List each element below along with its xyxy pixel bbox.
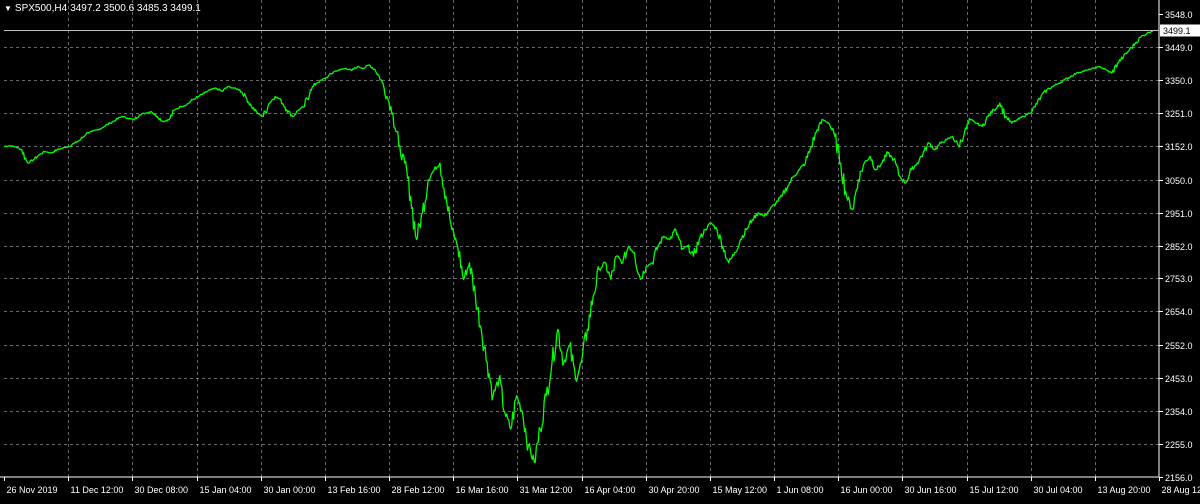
- x-tick-label: 16 Jun 00:00: [841, 485, 893, 495]
- y-tick-label: 3449.0: [1165, 43, 1193, 53]
- chart-ohlc: 3497.2 3500.6 3485.3 3499.1: [70, 3, 201, 14]
- x-tick-label: 13 Aug 20:00: [1098, 485, 1151, 495]
- y-tick-label: 2552.0: [1165, 341, 1193, 351]
- x-tick-label: 15 Jan 04:00: [200, 485, 252, 495]
- x-tick-label: 15 Jul 12:00: [970, 485, 1019, 495]
- y-tick-label: 2852.0: [1165, 242, 1193, 252]
- chart-symbol: SPX500,H4: [15, 3, 67, 14]
- y-tick-label: 2255.0: [1165, 440, 1193, 450]
- x-tick-label: 11 Dec 12:00: [71, 485, 124, 495]
- chart-root: ▼ SPX500,H4 3497.2 3500.6 3485.3 3499.1 …: [0, 0, 1200, 500]
- series-layer: [4, 30, 1153, 462]
- x-tick-label: 31 Mar 12:00: [520, 485, 573, 495]
- price-chart[interactable]: 3548.0 3449.0 3350.0 3251.0 3152.0 3050.0 2951…: [0, 0, 1200, 500]
- axis-layer: 3548.0 3449.0 3350.0 3251.0 3152.0 3050.0 2951…: [0, 0, 1200, 495]
- y-tick-label: 3152.0: [1165, 142, 1193, 152]
- x-tick-label: 30 Jun 16:00: [905, 485, 957, 495]
- y-tick-label: 2354.0: [1165, 407, 1193, 417]
- x-tick-label: 26 Nov 2019: [7, 485, 58, 495]
- x-tick-label: 30 Jul 04:00: [1034, 485, 1083, 495]
- x-tick-label: 15 May 12:00: [713, 485, 768, 495]
- y-tick-label: 3350.0: [1165, 76, 1193, 86]
- chart-title: ▼ SPX500,H4 3497.2 3500.6 3485.3 3499.1: [4, 3, 201, 14]
- x-tick-label: 28 Feb 12:00: [392, 485, 445, 495]
- y-tick-label: 2654.0: [1165, 307, 1193, 317]
- grid-layer: [4, 0, 1159, 477]
- collapse-triangle-icon[interactable]: ▼: [4, 4, 12, 13]
- y-tick-label: 3050.0: [1165, 176, 1193, 186]
- x-tick-label: 30 Dec 08:00: [135, 485, 189, 495]
- price-series-line: [4, 30, 1153, 462]
- last-price-label: 3499.1: [1163, 26, 1191, 36]
- x-tick-label: 1 Jun 08:00: [777, 485, 824, 495]
- y-tick-label: 2951.0: [1165, 209, 1193, 219]
- y-tick-label: 3548.0: [1165, 10, 1193, 20]
- y-tick-label: 2156.0: [1165, 473, 1193, 483]
- y-tick-label: 2753.0: [1165, 274, 1193, 284]
- x-tick-label: 16 Mar 16:00: [456, 485, 509, 495]
- x-tick-label: 16 Apr 04:00: [585, 485, 636, 495]
- x-tick-label: 28 Aug 12:00: [1162, 485, 1200, 495]
- y-tick-label: 3251.0: [1165, 109, 1193, 119]
- x-tick-label: 30 Jan 00:00: [264, 485, 316, 495]
- x-tick-label: 13 Feb 16:00: [328, 485, 381, 495]
- x-tick-label: 30 Apr 20:00: [649, 485, 700, 495]
- y-tick-label: 2453.0: [1165, 374, 1193, 384]
